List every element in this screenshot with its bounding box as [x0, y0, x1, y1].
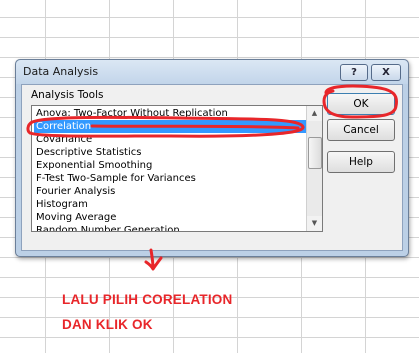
instruction-line-1: LALU PILIH CORELATION	[62, 292, 233, 307]
dialog-title: Data Analysis	[23, 65, 99, 78]
list-item[interactable]: Exponential Smoothing	[34, 159, 306, 172]
list-item[interactable]: Anova: Two-Factor Without Replication	[34, 107, 306, 120]
scroll-up-icon[interactable]: ▲	[307, 106, 322, 121]
help-button[interactable]: Help	[327, 151, 395, 173]
help-icon[interactable]: ?	[340, 64, 368, 81]
dialog-titlebar[interactable]: Data Analysis ? X	[16, 60, 408, 84]
data-analysis-dialog: Data Analysis ? X Analysis Tools Anova: …	[15, 59, 409, 257]
analysis-tools-list[interactable]: Anova: Two-Factor Without Replication Co…	[31, 105, 323, 232]
list-item[interactable]: F-Test Two-Sample for Variances	[34, 172, 306, 185]
list-item-selected[interactable]: Correlation	[34, 120, 306, 133]
list-item[interactable]: Covariance	[34, 133, 306, 146]
list-item[interactable]: Moving Average	[34, 211, 306, 224]
list-item[interactable]: Histogram	[34, 198, 306, 211]
cancel-button[interactable]: Cancel	[327, 119, 395, 141]
analysis-tools-label: Analysis Tools	[31, 89, 104, 101]
dialog-body: Analysis Tools Anova: Two-Factor Without…	[21, 84, 403, 251]
list-item[interactable]: Fourier Analysis	[34, 185, 306, 198]
list-scrollbar[interactable]: ▲ ▼	[306, 106, 322, 231]
list-item[interactable]: Random Number Generation	[34, 224, 306, 231]
ok-button[interactable]: OK	[327, 93, 395, 115]
list-item[interactable]: Descriptive Statistics	[34, 146, 306, 159]
scroll-down-icon[interactable]: ▼	[307, 216, 322, 231]
instruction-line-2: DAN KLIK OK	[62, 317, 153, 332]
close-icon[interactable]: X	[371, 64, 401, 81]
scroll-thumb[interactable]	[308, 137, 322, 169]
